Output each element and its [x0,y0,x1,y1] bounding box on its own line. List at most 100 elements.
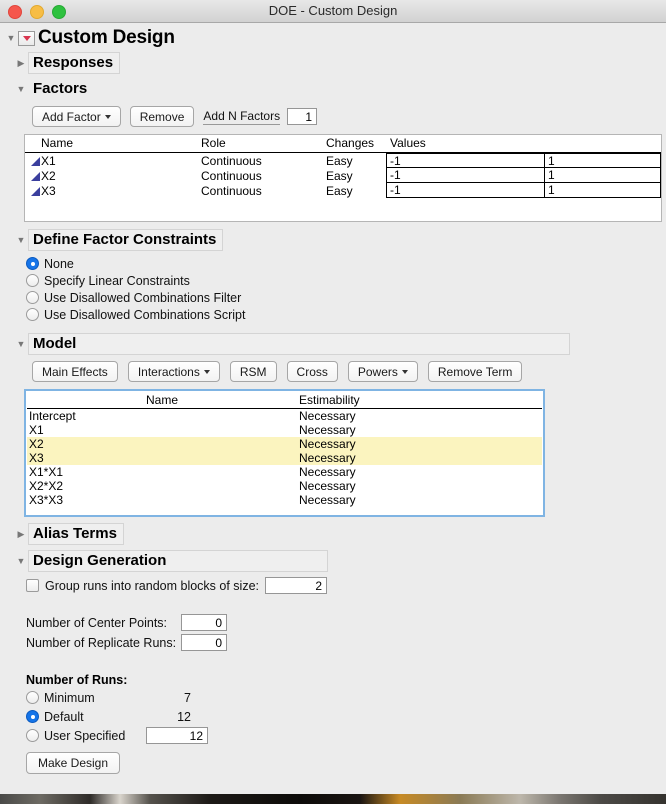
factor-changes[interactable]: Easy [326,168,386,183]
term-estimability[interactable]: Necessary [297,465,542,479]
chevron-down-icon [204,370,210,374]
term-name: X2 [27,437,297,451]
table-row[interactable]: X2 Necessary [27,437,542,451]
add-factor-label: Add Factor [42,110,101,124]
replicate-runs-input[interactable]: 0 [181,634,227,651]
term-estimability[interactable]: Necessary [297,451,542,465]
radio-icon[interactable] [26,691,39,704]
factor-role[interactable]: Continuous [201,183,326,198]
radio-option-disallowed-combinations-filter[interactable]: Use Disallowed Combinations Filter [26,289,666,306]
table-row[interactable]: X1 Continuous Easy -1 1 [25,153,661,169]
table-row[interactable]: X1*X1 Necessary [27,465,542,479]
table-row[interactable]: X3*X3 Necessary [27,493,542,507]
factors-table-panel: Name Role Changes Values X1 Continuous E… [24,134,662,222]
interactions-label: Interactions [138,365,200,379]
remove-factor-button[interactable]: Remove [130,106,195,127]
group-runs-checkbox[interactable] [26,579,39,592]
factor-low-input[interactable]: -1 [386,153,545,168]
term-name: X2*X2 [27,479,297,493]
section-design-generation[interactable]: Design Generation [0,550,666,572]
red-triangle-menu-icon[interactable] [18,31,35,46]
default-value: 12 [161,710,191,724]
factor-high-input[interactable]: 1 [545,168,661,183]
center-points-input[interactable]: 0 [181,614,227,631]
radio-icon[interactable] [26,308,39,321]
cross-button[interactable]: Cross [287,361,338,382]
radio-option-user-specified[interactable]: User Specified 12 [26,727,666,744]
radio-label: Use Disallowed Combinations Filter [44,291,241,305]
radio-option-disallowed-combinations-script[interactable]: Use Disallowed Combinations Script [26,306,666,323]
factor-values-cell: -1 1 [386,168,661,183]
table-row[interactable]: X3 Necessary [27,451,542,465]
desktop-background [0,794,666,804]
add-factor-button[interactable]: Add Factor [32,106,121,127]
section-model[interactable]: Model [0,333,666,355]
disclosure-triangle-custom-design[interactable] [4,33,18,43]
factor-high-input[interactable]: 1 [545,183,661,198]
radio-option-none[interactable]: None [26,255,666,272]
rsm-button[interactable]: RSM [230,361,277,382]
disclosure-triangle-model[interactable] [14,339,28,349]
radio-label: Specify Linear Constraints [44,274,190,288]
make-design-button[interactable]: Make Design [26,752,120,774]
section-factors[interactable]: Factors [0,78,666,100]
default-label: Default [44,710,156,724]
factor-role[interactable]: Continuous [201,153,326,169]
disclosure-triangle-constraints[interactable] [14,235,28,245]
term-estimability[interactable]: Necessary [297,409,542,424]
disclosure-triangle-alias-terms[interactable] [14,529,28,540]
table-row[interactable]: X3 Continuous Easy -1 1 [25,183,661,198]
window-title-bar: DOE - Custom Design [0,0,666,23]
table-row[interactable]: X2 Continuous Easy -1 1 [25,168,661,183]
radio-icon[interactable] [26,710,39,723]
radio-option-default[interactable]: Default 12 [26,708,666,725]
section-alias-terms[interactable]: Alias Terms [0,523,666,545]
group-runs-block-size-input[interactable]: 2 [265,577,327,594]
powers-button[interactable]: Powers [348,361,418,382]
minimum-label: Minimum [44,691,156,705]
term-estimability[interactable]: Necessary [297,423,542,437]
disclosure-triangle-factors[interactable] [14,84,28,94]
factors-table-header: Name Role Changes Values [25,135,661,153]
term-estimability[interactable]: Necessary [297,479,542,493]
radio-icon[interactable] [26,257,39,270]
center-points-label: Number of Center Points: [26,616,181,630]
interactions-button[interactable]: Interactions [128,361,220,382]
factor-name: X2 [41,169,56,183]
disclosure-triangle-design-generation[interactable] [14,556,28,566]
add-n-factors-input[interactable]: 1 [287,108,317,125]
radio-label: None [44,257,74,271]
factor-name: X1 [41,154,56,168]
table-row[interactable]: X1 Necessary [27,423,542,437]
term-estimability[interactable]: Necessary [297,437,542,451]
factor-values-cell: -1 1 [386,183,661,198]
radio-option-minimum[interactable]: Minimum 7 [26,689,666,706]
factor-role[interactable]: Continuous [201,168,326,183]
group-runs-label: Group runs into random blocks of size: [45,579,259,593]
add-n-factors-button[interactable]: Add N Factors [203,109,280,125]
table-row[interactable]: X2*X2 Necessary [27,479,542,493]
remove-term-button[interactable]: Remove Term [428,361,522,382]
user-specified-input[interactable]: 12 [146,727,208,744]
factor-low-input[interactable]: -1 [386,183,545,198]
table-row[interactable]: Intercept Necessary [27,409,542,424]
radio-icon[interactable] [26,274,39,287]
section-define-factor-constraints[interactable]: Define Factor Constraints [0,229,666,251]
radio-icon[interactable] [26,291,39,304]
section-responses[interactable]: Responses [0,52,666,74]
factor-changes[interactable]: Easy [326,183,386,198]
main-effects-button[interactable]: Main Effects [32,361,118,382]
factor-changes[interactable]: Easy [326,153,386,169]
factor-low-input[interactable]: -1 [386,168,545,183]
factors-toolbar: Add Factor Remove Add N Factors 1 [32,106,666,127]
col-estimability: Estimability [297,392,542,409]
term-estimability[interactable]: Necessary [297,493,542,507]
term-name: X1 [27,423,297,437]
responses-title: Responses [28,52,120,74]
factor-high-input[interactable]: 1 [545,153,661,168]
chevron-down-icon [402,370,408,374]
disclosure-triangle-responses[interactable] [14,58,28,69]
factors-title: Factors [28,78,94,100]
radio-option-specify-linear-constraints[interactable]: Specify Linear Constraints [26,272,666,289]
radio-icon[interactable] [26,729,39,742]
